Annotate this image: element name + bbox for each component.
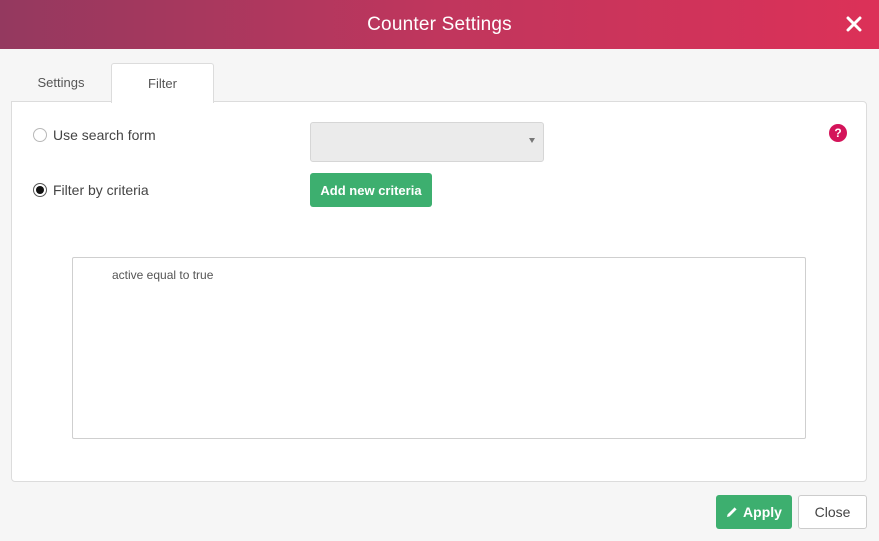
add-new-criteria-button[interactable]: Add new criteria [310,173,432,207]
apply-label: Apply [743,504,782,520]
use-search-form-radio[interactable] [33,128,47,142]
tab-filter[interactable]: Filter [111,63,214,103]
use-search-form-label: Use search form [53,127,156,143]
filter-panel: Use search form ? Filter by criteria Add… [11,101,867,482]
close-icon[interactable] [841,11,867,37]
search-form-select[interactable] [310,122,544,162]
tab-bar: Settings Filter [11,63,214,103]
radio-dot [36,186,44,194]
criteria-list: active equal to true [72,257,806,439]
dialog-title: Counter Settings [367,13,512,35]
use-search-form-option[interactable]: Use search form [33,127,156,143]
apply-button[interactable]: Apply [716,495,792,529]
filter-by-criteria-label: Filter by criteria [53,182,149,198]
filter-by-criteria-option[interactable]: Filter by criteria [33,182,149,198]
tab-settings[interactable]: Settings [11,63,111,102]
caret-down-icon [529,138,535,143]
close-button[interactable]: Close [798,495,867,529]
criteria-item[interactable]: active equal to true [112,268,213,282]
help-icon[interactable]: ? [829,124,847,142]
pencil-icon [727,507,737,517]
dialog-header: Counter Settings [0,0,879,49]
filter-by-criteria-radio[interactable] [33,183,47,197]
